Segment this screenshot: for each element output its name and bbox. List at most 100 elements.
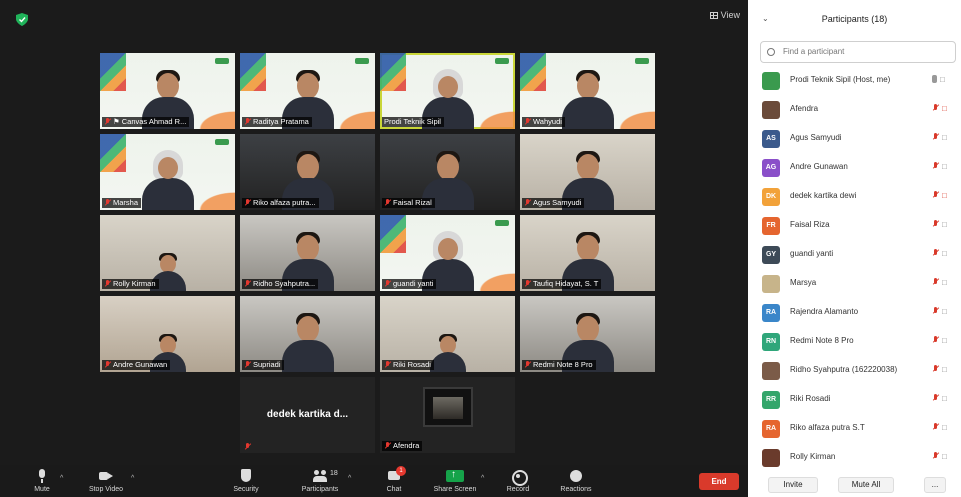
participant-row[interactable]: GY guandi yanti □ bbox=[748, 240, 961, 269]
participants-button[interactable]: 18 Participants bbox=[294, 469, 346, 493]
record-icon bbox=[511, 469, 528, 486]
avatar: RA bbox=[762, 304, 780, 322]
video-tile[interactable]: Taufiq Hidayat, S. T bbox=[520, 215, 655, 291]
participant-status: □ bbox=[932, 423, 947, 432]
search-placeholder: Find a participant bbox=[783, 47, 845, 56]
tile-name: Riki Rosadi bbox=[393, 360, 431, 369]
avatar bbox=[762, 101, 780, 119]
participant-row[interactable]: Marsya □ bbox=[748, 269, 961, 298]
share-screen-button[interactable]: Share Screen bbox=[428, 469, 482, 493]
muted-mic-icon bbox=[932, 278, 940, 286]
muted-mic-icon bbox=[932, 249, 940, 257]
tile-nametag: Agus Samyudi bbox=[522, 198, 585, 208]
participant-row[interactable]: Prodi Teknik Sipil (Host, me) □ bbox=[748, 66, 961, 95]
mute-all-button[interactable]: Mute All bbox=[838, 477, 894, 493]
tile-name: Ridho Syahputra... bbox=[253, 279, 316, 288]
mute-button[interactable]: Mute bbox=[28, 469, 56, 493]
participant-name: Prodi Teknik Sipil (Host, me) bbox=[790, 75, 891, 84]
participant-row[interactable]: RA Rajendra Alamanto □ bbox=[748, 298, 961, 327]
microphone-icon bbox=[932, 75, 937, 83]
participant-row[interactable]: RN Redmi Note 8 Pro □ bbox=[748, 327, 961, 356]
muted-mic-icon bbox=[244, 118, 251, 126]
video-camera-icon: □ bbox=[942, 307, 947, 316]
avatar: GY bbox=[762, 246, 780, 264]
tile-name: Faisal Rizal bbox=[393, 198, 432, 207]
video-tile[interactable]: Supriadi bbox=[240, 296, 375, 372]
reactions-emoji-icon bbox=[569, 469, 583, 483]
webinar-banner-logo bbox=[215, 58, 229, 64]
video-tile[interactable]: Riki Rosadi bbox=[380, 296, 515, 372]
tile-name: Taufiq Hidayat, S. T bbox=[533, 279, 599, 288]
video-tile[interactable]: Ridho Syahputra... bbox=[240, 215, 375, 291]
gallery-grid-icon bbox=[709, 11, 718, 19]
participants-icon: 18 bbox=[313, 469, 338, 483]
webinar-banner-logo bbox=[635, 58, 649, 64]
audio-options-caret-icon[interactable]: ^ bbox=[60, 475, 63, 482]
webinar-banner-stripe bbox=[380, 215, 406, 253]
participants-count: 18 bbox=[330, 470, 338, 477]
stop-video-label: Stop Video bbox=[88, 486, 124, 493]
share-options-caret-icon[interactable]: ^ bbox=[481, 475, 484, 482]
video-camera-icon: □ bbox=[942, 220, 947, 229]
participant-row[interactable]: RR Riki Rosadi □ bbox=[748, 385, 961, 414]
video-tile[interactable]: Prodi Teknik Sipil bbox=[380, 53, 515, 129]
participant-row[interactable]: Afendra □ bbox=[748, 95, 961, 124]
video-tile[interactable]: Afendra bbox=[380, 377, 515, 453]
chat-button[interactable]: 1 Chat bbox=[380, 466, 408, 493]
record-button[interactable]: Record bbox=[500, 469, 536, 493]
participant-row[interactable]: AG Andre Gunawan □ bbox=[748, 153, 961, 182]
video-tile[interactable]: guandi yanti bbox=[380, 215, 515, 291]
tile-nametag: Supriadi bbox=[242, 360, 284, 370]
video-tile[interactable]: Redmi Note 8 Pro bbox=[520, 296, 655, 372]
panel-title: Participants (18) bbox=[821, 14, 888, 24]
video-tile[interactable]: Agus Samyudi bbox=[520, 134, 655, 210]
participant-status: □ bbox=[932, 75, 945, 84]
video-camera-icon: □ bbox=[942, 336, 947, 345]
video-tile[interactable]: Wahyudi bbox=[520, 53, 655, 129]
video-tile[interactable]: Andre Gunawan bbox=[100, 296, 235, 372]
webinar-banner-stripe bbox=[100, 53, 126, 91]
video-tile[interactable]: dedek kartika d... bbox=[240, 377, 375, 453]
webinar-banner-logo bbox=[495, 220, 509, 226]
video-tile[interactable]: Marsha bbox=[100, 134, 235, 210]
tile-name: Prodi Teknik Sipil bbox=[384, 117, 441, 126]
zoom-window: View ⚑ Canvas Ahmad R... Raditya Pratama Pr… bbox=[0, 0, 961, 497]
tile-nametag: Ridho Syahputra... bbox=[242, 279, 319, 289]
participant-row[interactable]: DK dedek kartika dewi □ bbox=[748, 182, 961, 211]
muted-mic-icon bbox=[932, 220, 940, 228]
participant-row[interactable]: Ridho Syahputra (162220038) □ bbox=[748, 356, 961, 385]
encryption-shield-icon[interactable] bbox=[16, 13, 28, 26]
participant-row[interactable]: AS Agus Samyudi □ bbox=[748, 124, 961, 153]
tile-nametag: Raditya Pratama bbox=[242, 117, 312, 127]
muted-mic-icon bbox=[104, 199, 111, 207]
security-button[interactable]: Security bbox=[226, 469, 266, 493]
invite-button[interactable]: Invite bbox=[768, 477, 818, 493]
record-label: Record bbox=[506, 486, 530, 493]
participants-panel: ⌄ Participants (18) Find a participant P… bbox=[748, 0, 961, 497]
video-camera-icon: □ bbox=[942, 162, 947, 171]
video-tile[interactable]: Riko alfaza putra... bbox=[240, 134, 375, 210]
participant-name: dedek kartika dewi bbox=[790, 191, 857, 200]
participant-row[interactable]: FR Faisal Riza □ bbox=[748, 211, 961, 240]
tile-nametag: Marsha bbox=[102, 198, 142, 208]
video-tile[interactable]: ⚑ Canvas Ahmad R... bbox=[100, 53, 235, 129]
reactions-button[interactable]: Reactions bbox=[554, 469, 598, 493]
video-tile[interactable]: Rolly Kirman bbox=[100, 215, 235, 291]
end-meeting-button[interactable]: End bbox=[699, 473, 739, 490]
participant-name: Rajendra Alamanto bbox=[790, 307, 859, 316]
video-camera-icon: □ bbox=[940, 75, 945, 84]
participant-row[interactable]: RA Riko alfaza putra S.T □ bbox=[748, 414, 961, 443]
webinar-banner-stripe bbox=[380, 53, 406, 91]
stop-video-button[interactable]: Stop Video bbox=[82, 469, 130, 493]
more-options-button[interactable]: ... bbox=[924, 477, 946, 493]
video-tile[interactable]: Raditya Pratama bbox=[240, 53, 375, 129]
muted-mic-icon bbox=[384, 280, 391, 288]
participant-row[interactable]: Rolly Kirman □ bbox=[748, 443, 961, 472]
view-button[interactable]: View bbox=[709, 10, 740, 20]
participant-search-input[interactable]: Find a participant bbox=[760, 41, 956, 63]
participant-video bbox=[138, 148, 198, 210]
tile-name: Marsha bbox=[113, 198, 139, 207]
video-options-caret-icon[interactable]: ^ bbox=[131, 475, 134, 482]
participants-options-caret-icon[interactable]: ^ bbox=[348, 475, 351, 482]
video-tile[interactable]: Faisal Rizal bbox=[380, 134, 515, 210]
